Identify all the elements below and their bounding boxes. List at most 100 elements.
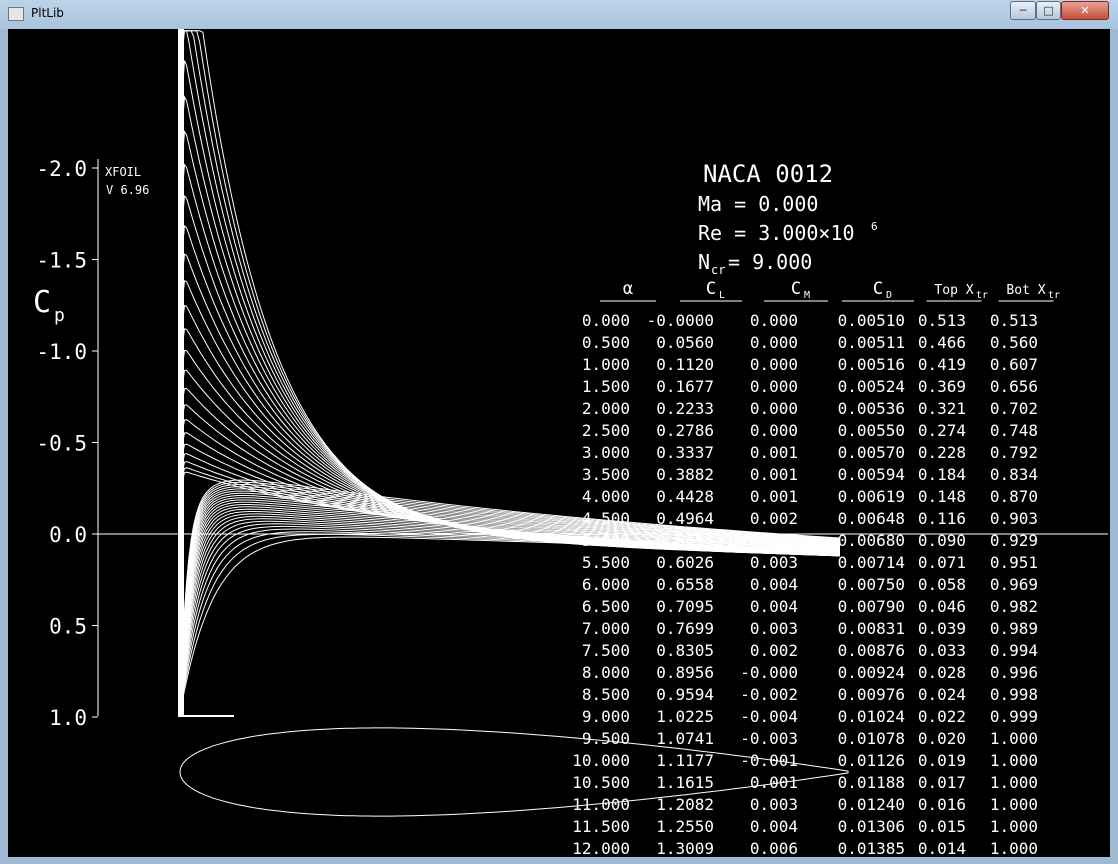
reynolds-value: Re = 3.000×10 — [698, 221, 855, 245]
cp-curve-upper — [179, 30, 841, 718]
table-cell: 0.000 — [750, 399, 798, 418]
table-cell: 0.951 — [990, 553, 1038, 572]
close-button[interactable]: ✕ — [1061, 1, 1109, 20]
table-cell: -0.000 — [740, 663, 798, 682]
table-cell: 0.01126 — [838, 751, 905, 770]
table-cell: 1.0741 — [656, 729, 714, 748]
cp-label-sub: p — [54, 305, 65, 326]
table-cell: 0.001 — [750, 465, 798, 484]
table-cell: 2.000 — [582, 399, 630, 418]
table-cell: 0.792 — [990, 443, 1038, 462]
table-cell: 0.989 — [990, 619, 1038, 638]
table-cell: 0.184 — [918, 465, 966, 484]
cp-curve-upper — [179, 30, 841, 718]
table-cell: 0.015 — [918, 817, 966, 836]
polar-table: α C L C M C D Top Xtr Bot Xtr0.000 -0.0000 0.000 0.… — [572, 279, 1060, 857]
table-cell: 1.2550 — [656, 817, 714, 836]
table-cell: 11.500 — [572, 817, 630, 836]
table-cell: 1.000 — [990, 773, 1038, 792]
table-cell: 5.500 — [582, 553, 630, 572]
table-cell: 6.500 — [582, 597, 630, 616]
cp-curve-upper — [179, 163, 841, 718]
table-cell: 0.033 — [918, 641, 966, 660]
y-tick-label: 0.5 — [49, 615, 87, 639]
table-cell: 1.000 — [990, 729, 1038, 748]
maximize-button[interactable]: □ — [1036, 1, 1061, 20]
table-cell: 4.000 — [582, 487, 630, 506]
y-tick-label: -1.0 — [36, 340, 87, 364]
table-cell: 0.000 — [750, 311, 798, 330]
cp-curve-upper — [179, 95, 841, 718]
table-header: C — [873, 279, 883, 299]
table-cell: 0.00924 — [838, 663, 905, 682]
table-cell: 0.6558 — [656, 575, 714, 594]
table-cell: 0.004 — [750, 817, 798, 836]
y-tick-label: -2.0 — [36, 157, 87, 181]
table-cell: 0.019 — [918, 751, 966, 770]
table-cell: 1.000 — [990, 839, 1038, 857]
table-cell: 0.00594 — [838, 465, 905, 484]
table-cell: 0.006 — [750, 839, 798, 857]
table-cell: 0.003 — [750, 795, 798, 814]
cp-curve-upper — [179, 30, 841, 718]
table-cell: 0.321 — [918, 399, 966, 418]
table-cell: 1.1615 — [656, 773, 714, 792]
table-cell: 0.369 — [918, 377, 966, 396]
table-cell: 0.017 — [918, 773, 966, 792]
table-cell: 1.1177 — [656, 751, 714, 770]
table-cell: 0.00648 — [838, 509, 905, 528]
table-cell: 0.004 — [750, 575, 798, 594]
cp-curve-upper — [179, 30, 841, 718]
table-cell: 0.00536 — [838, 399, 905, 418]
table-cell: 0.116 — [918, 509, 966, 528]
program-version: V 6.96 — [106, 183, 149, 197]
table-header-sub: L — [719, 290, 725, 301]
table-cell: 1.000 — [582, 355, 630, 374]
table-cell: 0.4964 — [656, 509, 714, 528]
table-cell: 0.003 — [750, 553, 798, 572]
table-cell: 0.000 — [750, 333, 798, 352]
table-cell: 0.01385 — [838, 839, 905, 857]
title-bar[interactable]: PltLib ─ □ ✕ — [0, 0, 1118, 29]
table-cell: 0.001 — [750, 773, 798, 792]
table-cell: 0.6026 — [656, 553, 714, 572]
table-cell: 0.002 — [750, 641, 798, 660]
table-cell: 9.000 — [582, 707, 630, 726]
table-cell: -0.003 — [740, 729, 798, 748]
table-cell: 8.500 — [582, 685, 630, 704]
table-cell: 0.00511 — [838, 333, 905, 352]
table-cell: 6.000 — [582, 575, 630, 594]
table-cell: 0.001 — [750, 443, 798, 462]
cp-curve-upper — [179, 279, 841, 718]
table-header-sub: M — [804, 290, 810, 301]
table-cell: 0.982 — [990, 597, 1038, 616]
table-cell: 0.419 — [918, 355, 966, 374]
table-cell: 1.0225 — [656, 707, 714, 726]
table-cell: 0.01024 — [838, 707, 905, 726]
table-cell: 0.996 — [990, 663, 1038, 682]
table-cell: 1.2082 — [656, 795, 714, 814]
table-header-sub: tr — [976, 290, 988, 301]
table-cell: 0.500 — [582, 333, 630, 352]
table-cell: 0.020 — [918, 729, 966, 748]
table-cell: 0.001 — [750, 487, 798, 506]
table-cell: 0.058 — [918, 575, 966, 594]
table-cell: 0.00750 — [838, 575, 905, 594]
table-cell: 0.7095 — [656, 597, 714, 616]
leading-edge-band — [178, 29, 184, 717]
table-cell: 0.046 — [918, 597, 966, 616]
ncrit-value: = 9.000 — [728, 250, 812, 274]
table-cell: 0.870 — [990, 487, 1038, 506]
table-cell: 1.000 — [990, 795, 1038, 814]
minimize-button[interactable]: ─ — [1010, 1, 1036, 20]
table-cell: 0.022 — [918, 707, 966, 726]
table-cell: 0.002 — [750, 531, 798, 550]
table-cell: 0.274 — [918, 421, 966, 440]
table-cell: 0.999 — [990, 707, 1038, 726]
window-title: PltLib — [31, 6, 64, 20]
table-cell: 0.01306 — [838, 817, 905, 836]
app-icon — [8, 7, 24, 21]
table-cell: 0.00680 — [838, 531, 905, 550]
y-tick-label: 1.0 — [49, 706, 87, 730]
table-cell: 3.000 — [582, 443, 630, 462]
